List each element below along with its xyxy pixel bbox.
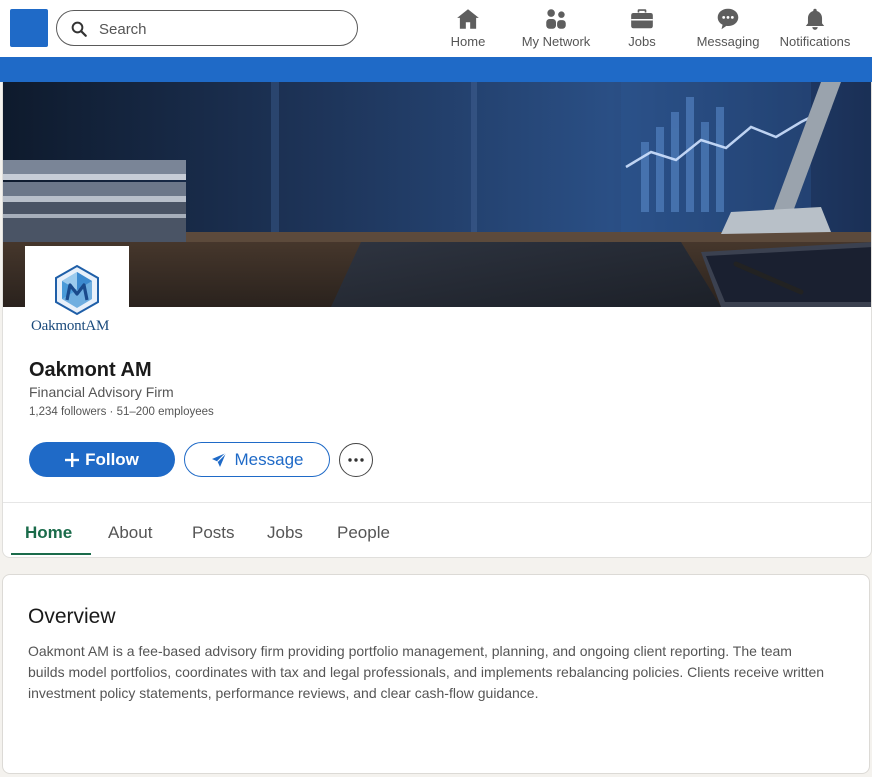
search-input[interactable] — [99, 18, 339, 40]
tab-about[interactable]: About — [108, 523, 152, 543]
nav-notifications[interactable]: Notifications — [776, 6, 854, 52]
nav-my-network[interactable]: My Network — [518, 6, 594, 52]
follow-button-label: Follow — [85, 449, 139, 469]
cover-banner-image — [3, 82, 871, 307]
brand-strip — [0, 57, 872, 82]
message-bubble-icon — [717, 8, 739, 30]
tabs-divider — [3, 502, 871, 503]
nav-messaging[interactable]: Messaging — [694, 6, 762, 52]
active-tab-indicator — [11, 553, 91, 555]
company-profile-card: OakmontAM Oakmont AM Financial Advisory … — [2, 82, 872, 558]
overview-text: Oakmont AM is a fee-based advisory firm … — [28, 643, 825, 701]
tab-people[interactable]: People — [337, 523, 390, 543]
company-followers-employees: 1,234 followers · 51–200 employees — [29, 406, 214, 418]
ellipsis-icon — [348, 458, 364, 462]
plus-icon — [65, 452, 80, 467]
app-logo[interactable] — [10, 9, 48, 47]
nav-messaging-label: Messaging — [696, 34, 760, 49]
more-options-button[interactable] — [339, 443, 373, 477]
search-box[interactable] — [56, 10, 358, 46]
overview-card: Overview Oakmont AM is a fee-based advis… — [2, 574, 870, 774]
top-navigation-bar: Home My Network Jobs Messaging — [0, 0, 872, 57]
nav-jobs-label: Jobs — [628, 34, 656, 49]
briefcase-icon — [631, 9, 653, 29]
nav-home[interactable]: Home — [446, 6, 490, 52]
company-name: Oakmont AM — [29, 359, 152, 381]
company-logo: OakmontAM — [25, 246, 129, 338]
message-button-label: Message — [234, 449, 304, 469]
tab-home[interactable]: Home — [25, 523, 72, 543]
follow-button[interactable]: Follow — [29, 442, 175, 477]
network-icon — [546, 9, 566, 29]
bell-icon — [805, 8, 825, 30]
send-icon — [211, 452, 226, 467]
nav-notifications-label: Notifications — [779, 34, 851, 49]
search-icon — [71, 21, 87, 37]
company-logo-mark-icon — [55, 264, 99, 316]
company-logo-wordmark: OakmontAM — [31, 318, 110, 334]
tab-posts[interactable]: Posts — [192, 523, 235, 543]
nav-home-label: Home — [450, 34, 486, 49]
company-type: Financial Advisory Firm — [29, 384, 174, 400]
message-button[interactable]: Message — [184, 442, 330, 477]
overview-title: Overview — [28, 605, 116, 628]
home-icon — [457, 9, 479, 29]
nav-my-network-label: My Network — [521, 34, 591, 49]
nav-jobs[interactable]: Jobs — [624, 6, 660, 52]
tab-jobs[interactable]: Jobs — [267, 523, 303, 543]
